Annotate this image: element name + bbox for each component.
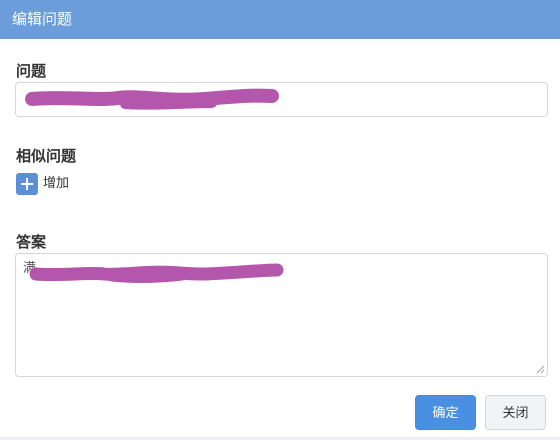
- question-redaction-mark: [25, 88, 279, 107]
- question-redaction-mark-2: [120, 98, 217, 110]
- answer-redaction-mark-2: [107, 271, 187, 284]
- redaction-overlay: [25, 88, 284, 284]
- close-button[interactable]: 关闭: [485, 395, 546, 430]
- edit-question-dialog: 编辑问题 问题 相似问题 增加 答案 满 确定 关闭: [0, 0, 560, 440]
- confirm-button[interactable]: 确定: [415, 395, 476, 430]
